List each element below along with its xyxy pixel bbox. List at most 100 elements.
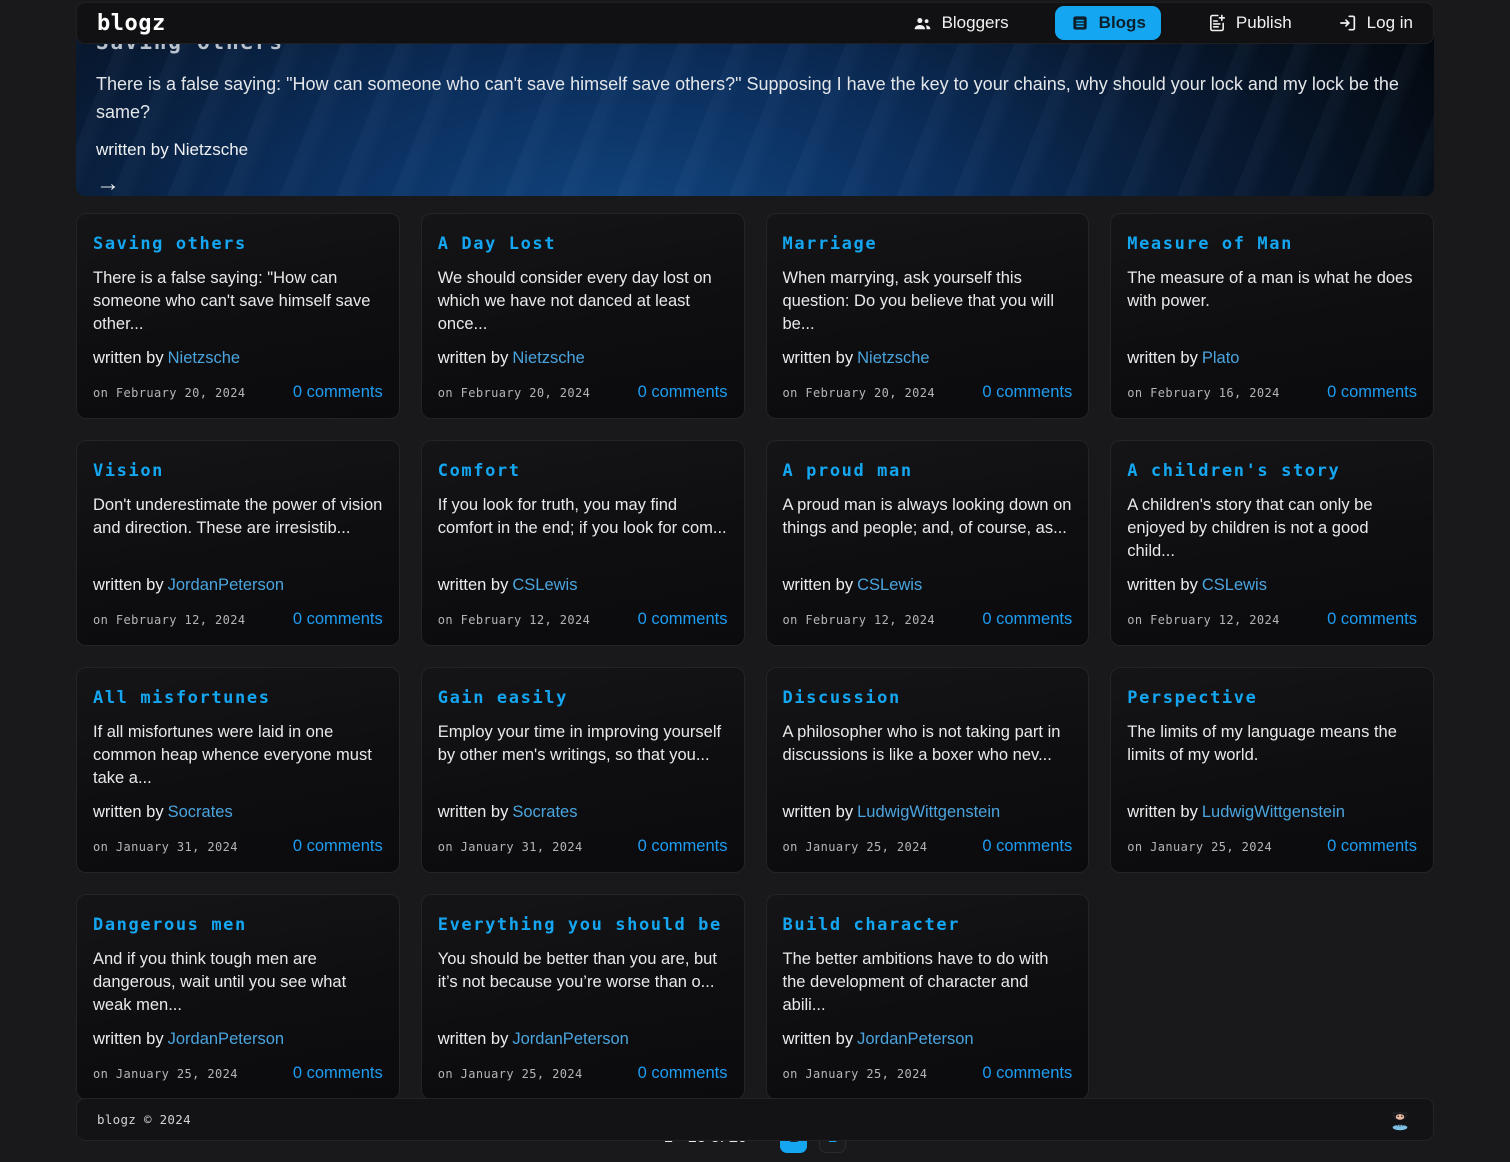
blog-card-title[interactable]: A proud man bbox=[783, 460, 1073, 482]
blog-card-title[interactable]: A children's story bbox=[1127, 460, 1417, 482]
brand-logo[interactable]: blogz bbox=[97, 11, 166, 36]
nav-label: Blogs bbox=[1099, 13, 1146, 33]
comments-link[interactable]: 0 comments bbox=[293, 610, 383, 629]
hero-read-more-arrow-icon[interactable]: → bbox=[96, 172, 122, 196]
note-add-icon bbox=[1207, 13, 1227, 33]
author-link[interactable]: Nietzsche bbox=[512, 349, 584, 367]
author-link[interactable]: Socrates bbox=[512, 803, 577, 821]
author-link[interactable]: JordanPeterson bbox=[168, 1030, 285, 1048]
nav-item-blogs[interactable]: Blogs bbox=[1055, 6, 1161, 40]
blog-card: Gain easily Employ your time in improvin… bbox=[421, 667, 745, 873]
blog-card-meta: on February 20, 2024 0 comments bbox=[783, 383, 1073, 402]
author-link[interactable]: CSLewis bbox=[1202, 576, 1267, 594]
author-link[interactable]: LudwigWittgenstein bbox=[857, 803, 1000, 821]
blog-card-byline: written bySocrates bbox=[93, 803, 383, 822]
github-octocat-icon[interactable] bbox=[1387, 1107, 1413, 1133]
blog-card-meta: on February 20, 2024 0 comments bbox=[93, 383, 383, 402]
blog-card-title[interactable]: A Day Lost bbox=[438, 233, 728, 255]
blog-card-meta: on February 12, 2024 0 comments bbox=[1127, 610, 1417, 629]
blog-card-byline: written byCSLewis bbox=[438, 576, 728, 595]
author-link[interactable]: CSLewis bbox=[857, 576, 922, 594]
blog-card-title[interactable]: All misfortunes bbox=[93, 687, 383, 709]
blog-card: Comfort If you look for truth, you may f… bbox=[421, 440, 745, 646]
blog-card-byline: written byCSLewis bbox=[1127, 576, 1417, 595]
blog-card: Discussion A philosopher who is not taki… bbox=[766, 667, 1090, 873]
written-by-label: written by bbox=[93, 349, 164, 367]
written-by-label: written by bbox=[783, 803, 854, 821]
author-link[interactable]: Nietzsche bbox=[168, 349, 240, 367]
author-link[interactable]: Nietzsche bbox=[857, 349, 929, 367]
blog-card-date: on February 20, 2024 bbox=[783, 386, 936, 400]
blog-card-date: on February 12, 2024 bbox=[1127, 613, 1280, 627]
blog-card: A proud man A proud man is always lookin… bbox=[766, 440, 1090, 646]
comments-link[interactable]: 0 comments bbox=[293, 1064, 383, 1083]
nav-item-bloggers[interactable]: Bloggers bbox=[912, 13, 1009, 34]
blog-card-excerpt: A children's story that can only be enjo… bbox=[1127, 494, 1417, 563]
written-by-label: written by bbox=[783, 349, 854, 367]
blog-card-title[interactable]: Measure of Man bbox=[1127, 233, 1417, 255]
blog-card-excerpt: The better ambitions have to do with the… bbox=[783, 948, 1073, 1017]
comments-link[interactable]: 0 comments bbox=[982, 1064, 1072, 1083]
author-link[interactable]: JordanPeterson bbox=[512, 1030, 629, 1048]
author-link[interactable]: Socrates bbox=[168, 803, 233, 821]
author-link[interactable]: JordanPeterson bbox=[857, 1030, 974, 1048]
blog-card-meta: on February 12, 2024 0 comments bbox=[438, 610, 728, 629]
written-by-label: written by bbox=[438, 576, 509, 594]
comments-link[interactable]: 0 comments bbox=[293, 837, 383, 856]
blog-card-date: on January 31, 2024 bbox=[93, 840, 238, 854]
comments-link[interactable]: 0 comments bbox=[1327, 610, 1417, 629]
comments-link[interactable]: 0 comments bbox=[982, 837, 1072, 856]
blog-card-meta: on February 12, 2024 0 comments bbox=[783, 610, 1073, 629]
blog-card-title[interactable]: Build character bbox=[783, 914, 1073, 936]
written-by-label: written by bbox=[438, 803, 509, 821]
comments-link[interactable]: 0 comments bbox=[638, 1064, 728, 1083]
blog-card-excerpt: The limits of my language means the limi… bbox=[1127, 721, 1417, 767]
blog-card-title[interactable]: Vision bbox=[93, 460, 383, 482]
written-by-label: written by bbox=[1127, 349, 1198, 367]
nav-item-publish[interactable]: Publish bbox=[1207, 13, 1292, 33]
blog-card-byline: written bySocrates bbox=[438, 803, 728, 822]
comments-link[interactable]: 0 comments bbox=[982, 610, 1072, 629]
blog-card-byline: written byPlato bbox=[1127, 349, 1417, 368]
blog-card-excerpt: Employ your time in improving yourself b… bbox=[438, 721, 728, 767]
blog-card: Perspective The limits of my language me… bbox=[1110, 667, 1434, 873]
blog-card-title[interactable]: Gain easily bbox=[438, 687, 728, 709]
blog-card-title[interactable]: Marriage bbox=[783, 233, 1073, 255]
blog-card-date: on January 25, 2024 bbox=[93, 1067, 238, 1081]
comments-link[interactable]: 0 comments bbox=[1327, 837, 1417, 856]
author-link[interactable]: CSLewis bbox=[512, 576, 577, 594]
blog-grid: Saving others There is a false saying: "… bbox=[76, 213, 1434, 1100]
blog-card-title[interactable]: Saving others bbox=[93, 233, 383, 255]
comments-link[interactable]: 0 comments bbox=[638, 610, 728, 629]
article-icon bbox=[1070, 13, 1090, 33]
blog-card-date: on February 12, 2024 bbox=[783, 613, 936, 627]
blog-card-title[interactable]: Dangerous men bbox=[93, 914, 383, 936]
author-link[interactable]: LudwigWittgenstein bbox=[1202, 803, 1345, 821]
blog-card-byline: written byLudwigWittgenstein bbox=[1127, 803, 1417, 822]
blog-card-title[interactable]: Perspective bbox=[1127, 687, 1417, 709]
nav-item-login[interactable]: Log in bbox=[1338, 13, 1413, 33]
blog-card-title[interactable]: Comfort bbox=[438, 460, 728, 482]
blog-card-byline: written byJordanPeterson bbox=[783, 1030, 1073, 1049]
written-by-label: written by bbox=[93, 1030, 164, 1048]
blog-card-excerpt: A philosopher who is not taking part in … bbox=[783, 721, 1073, 767]
comments-link[interactable]: 0 comments bbox=[638, 837, 728, 856]
blog-card-byline: written byNietzsche bbox=[438, 349, 728, 368]
blog-card-title[interactable]: Discussion bbox=[783, 687, 1073, 709]
author-link[interactable]: Plato bbox=[1202, 349, 1240, 367]
blog-card-date: on February 12, 2024 bbox=[438, 613, 591, 627]
comments-link[interactable]: 0 comments bbox=[638, 383, 728, 402]
comments-link[interactable]: 0 comments bbox=[1327, 383, 1417, 402]
blog-card-meta: on January 25, 2024 0 comments bbox=[93, 1064, 383, 1083]
comments-link[interactable]: 0 comments bbox=[982, 383, 1072, 402]
blog-card-date: on January 31, 2024 bbox=[438, 840, 583, 854]
comments-link[interactable]: 0 comments bbox=[293, 383, 383, 402]
nav-label: Publish bbox=[1236, 13, 1292, 33]
blog-card-title[interactable]: Everything you should be bbox=[438, 914, 728, 936]
blog-card-excerpt: The measure of a man is what he does wit… bbox=[1127, 267, 1417, 313]
blog-card-byline: written byNietzsche bbox=[783, 349, 1073, 368]
author-link[interactable]: JordanPeterson bbox=[168, 576, 285, 594]
blog-card-date: on January 25, 2024 bbox=[1127, 840, 1272, 854]
blog-card: A Day Lost We should consider every day … bbox=[421, 213, 745, 419]
people-icon bbox=[912, 13, 933, 34]
